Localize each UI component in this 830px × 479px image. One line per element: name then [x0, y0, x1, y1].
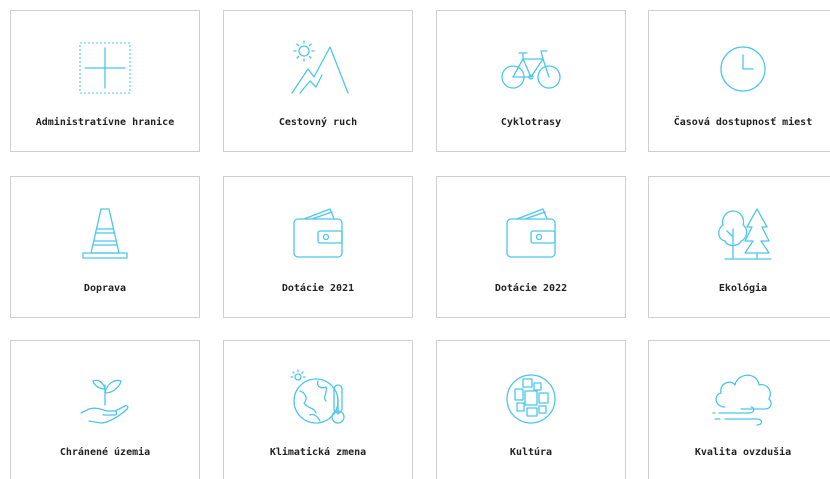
tile-cyklotrasy[interactable]: Cyklotrasy — [436, 10, 626, 152]
cloud-wind-icon — [649, 369, 830, 427]
trees-icon — [649, 205, 830, 263]
culture-tiles-icon — [437, 369, 625, 427]
clock-icon — [649, 39, 830, 97]
tile-label: Administratívne hranice — [35, 117, 175, 128]
tile-label: Kvalita ovzdušia — [694, 447, 792, 458]
tile-administrativne-hranice[interactable]: Administratívne hranice — [10, 10, 200, 152]
globe-thermometer-icon — [224, 369, 412, 427]
tile-dotacie-2021[interactable]: Dotácie 2021 — [223, 176, 413, 318]
tile-label: Cyklotrasy — [500, 117, 562, 128]
tile-label: Dotácie 2021 — [281, 283, 355, 294]
mountain-sun-icon — [224, 39, 412, 97]
tile-label: Kultúra — [509, 447, 553, 458]
tile-label: Ekológia — [718, 283, 768, 294]
tile-label: Cestovný ruch — [278, 117, 358, 128]
tile-kultura[interactable]: Kultúra — [436, 340, 626, 479]
wallet-icon — [437, 205, 625, 263]
bicycle-icon — [437, 39, 625, 97]
boundary-cross-icon — [11, 39, 199, 97]
tile-label: Časová dostupnosť miest — [673, 117, 813, 128]
tile-ekologia[interactable]: Ekológia — [648, 176, 830, 318]
tile-label: Klimatická zmena — [269, 447, 367, 458]
tile-klimaticka-zmena[interactable]: Klimatická zmena — [223, 340, 413, 479]
tile-label: Chránené územia — [59, 447, 151, 458]
tile-dotacie-2022[interactable]: Dotácie 2022 — [436, 176, 626, 318]
wallet-icon — [224, 205, 412, 263]
tile-label: Doprava — [83, 283, 127, 294]
tile-label: Dotácie 2022 — [494, 283, 568, 294]
tile-chranene-uzemia[interactable]: Chránené územia — [10, 340, 200, 479]
tile-kvalita-ovzdusia[interactable]: Kvalita ovzdušia — [648, 340, 830, 479]
tile-doprava[interactable]: Doprava — [10, 176, 200, 318]
category-grid: Administratívne hranice Cestovný ruch Cy… — [0, 0, 830, 479]
traffic-cone-icon — [11, 205, 199, 263]
tile-cestovny-ruch[interactable]: Cestovný ruch — [223, 10, 413, 152]
hand-plant-icon — [11, 369, 199, 427]
tile-casova-dostupnost-miest[interactable]: Časová dostupnosť miest — [648, 10, 830, 152]
